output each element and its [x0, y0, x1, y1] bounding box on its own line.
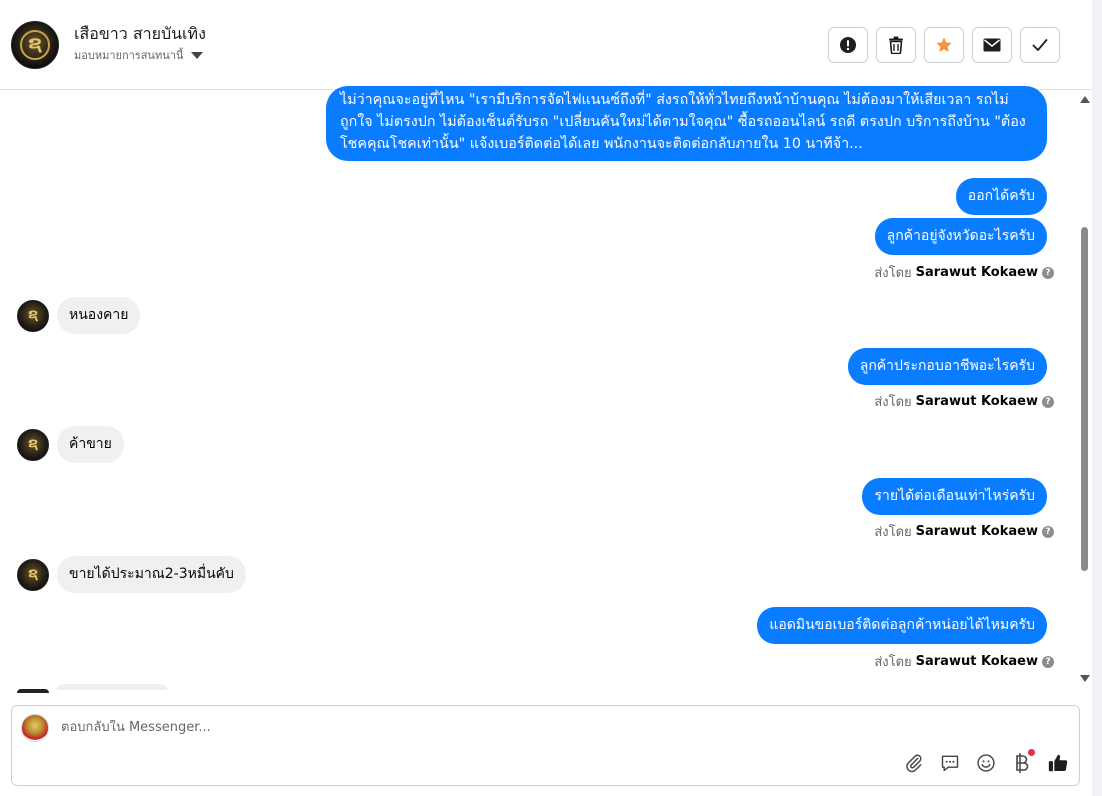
- customer-avatar[interactable]: ຊ: [17, 558, 49, 591]
- emoji-button[interactable]: [975, 752, 997, 774]
- thumbs-up-icon: [1048, 754, 1068, 772]
- scroll-down-arrow-icon[interactable]: [1080, 675, 1090, 682]
- customer-avatar[interactable]: ຊ: [17, 428, 49, 461]
- scroll-up-arrow-icon[interactable]: [1080, 96, 1090, 103]
- composer-toolbar: [903, 749, 1069, 774]
- send-like-button[interactable]: [1047, 752, 1069, 774]
- customer-avatar: [17, 689, 49, 693]
- incoming-message-row: ຊ หนองคาย: [17, 297, 141, 334]
- outgoing-message[interactable]: ออกได้ครับ: [955, 178, 1047, 215]
- sent-by-label: ส่งโดย Sarawut Kokaew ?: [874, 521, 1054, 542]
- outgoing-message[interactable]: ลูกค้าประกอบอาชีพอะไรครับ: [847, 348, 1047, 385]
- help-icon[interactable]: ?: [1042, 395, 1054, 408]
- help-icon[interactable]: ?: [1042, 266, 1054, 279]
- sent-by-label: ส่งโดย Sarawut Kokaew ?: [874, 262, 1054, 283]
- page-avatar[interactable]: ຊ: [11, 21, 59, 69]
- conversation-actions: [828, 27, 1060, 63]
- reply-input[interactable]: [61, 720, 961, 735]
- page-avatar: [21, 714, 49, 742]
- exclamation-circle-icon: [840, 37, 856, 53]
- window-edge: [1092, 0, 1102, 796]
- payment-button[interactable]: [1011, 749, 1035, 774]
- mark-spam-button[interactable]: [828, 27, 868, 63]
- check-icon: [1032, 39, 1048, 51]
- attach-button[interactable]: [903, 752, 925, 774]
- outgoing-message[interactable]: แอดมินขอเบอร์ติดต่อลูกค้าหน่อยได้ไหมครับ: [757, 607, 1047, 644]
- customer-avatar[interactable]: ຊ: [17, 299, 49, 332]
- incoming-message[interactable]: ค้าขาย: [57, 426, 124, 463]
- paperclip-icon: [906, 754, 922, 773]
- emoji-icon: [977, 754, 995, 772]
- incoming-message[interactable]: หนองคาย: [57, 297, 141, 334]
- delete-button[interactable]: [876, 27, 916, 63]
- incoming-message-row: ຊ ขายได้ประมาณ2-3หมื่นคับ: [17, 556, 246, 593]
- sent-by-label: ส่งโดย Sarawut Kokaew ?: [874, 651, 1054, 672]
- notification-dot: [1028, 749, 1035, 756]
- caret-down-icon: [191, 52, 204, 59]
- star-icon: [936, 37, 952, 53]
- conversation-header: ຊ เสือขาว สายบันเทิง มอบหมายการสนทนานี้: [0, 0, 1092, 90]
- reply-composer: [11, 705, 1080, 786]
- incoming-message: [57, 684, 167, 690]
- incoming-message[interactable]: ขายได้ประมาณ2-3หมื่นคับ: [57, 556, 246, 593]
- saved-reply-button[interactable]: [939, 752, 961, 774]
- assign-conversation-dropdown[interactable]: มอบหมายการสนทนานี้: [74, 46, 204, 64]
- outgoing-message[interactable]: ลูกค้าอยู่จังหวัดอะไรครับ: [874, 218, 1047, 255]
- page-name[interactable]: เสือขาว สายบันเทิง: [74, 22, 206, 47]
- trash-icon: [889, 36, 903, 54]
- scrollbar-thumb[interactable]: [1081, 227, 1088, 571]
- incoming-message-row: ຊ ค้าขาย: [17, 426, 124, 463]
- mark-unread-button[interactable]: [972, 27, 1012, 63]
- outgoing-message[interactable]: ไม่ว่าคุณจะอยู่ที่ไหน "เรามีบริการจัดไฟแ…: [326, 86, 1047, 161]
- saved-reply-icon: [941, 755, 959, 772]
- envelope-icon: [983, 38, 1001, 52]
- sent-by-label: ส่งโดย Sarawut Kokaew ?: [874, 391, 1054, 412]
- star-button[interactable]: [924, 27, 964, 63]
- help-icon[interactable]: ?: [1042, 655, 1054, 668]
- help-icon[interactable]: ?: [1042, 525, 1054, 538]
- assign-label: มอบหมายการสนทนานี้: [74, 49, 184, 62]
- thread-scrollbar[interactable]: [1076, 90, 1092, 690]
- baht-payment-icon: [1016, 753, 1029, 773]
- outgoing-message[interactable]: รายได้ต่อเดือนเท่าไหร่ครับ: [862, 478, 1047, 515]
- mark-done-button[interactable]: [1020, 27, 1060, 63]
